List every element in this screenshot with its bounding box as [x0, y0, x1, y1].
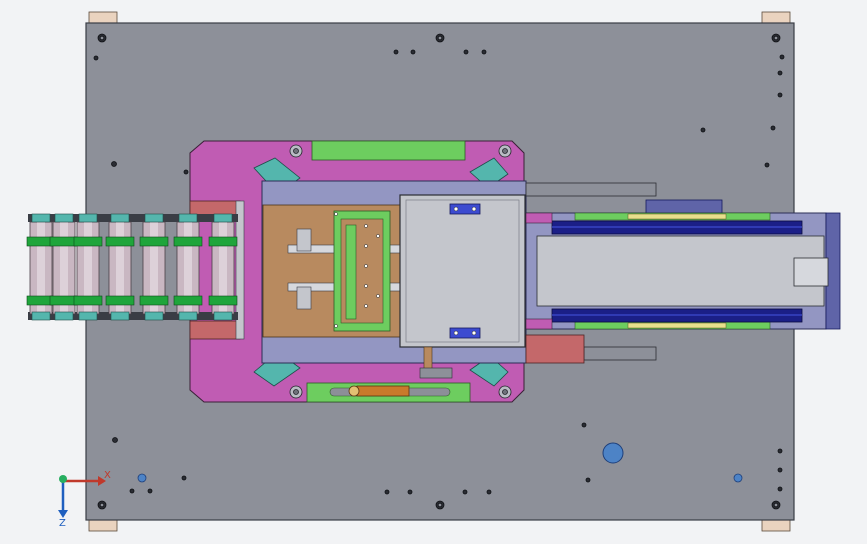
clamp-screw: [471, 206, 477, 212]
roller-sprocket-bottom: [54, 311, 74, 321]
roller-band-bottom: [208, 295, 238, 306]
clamp-screw: [471, 330, 477, 336]
guide-block-bottom: [296, 286, 312, 310]
corner-pad-top-right: [761, 11, 791, 25]
cover-post-cap: [419, 367, 453, 379]
guide-block-top: [296, 228, 312, 252]
roller-band-bottom: [73, 295, 103, 306]
right-guide-bar-bottom: [583, 346, 657, 361]
yellow-strip-top: [627, 213, 727, 220]
roller-band-top: [139, 236, 169, 247]
triad-x-label: X: [104, 470, 111, 481]
yellow-strip-bottom: [627, 322, 727, 329]
actuator-magenta-end-top: [525, 212, 553, 224]
cad-drawing: X Z: [26, 11, 841, 532]
roller-sprocket-top: [54, 213, 74, 223]
center-rail: [345, 224, 357, 320]
roller-sprocket-top: [31, 213, 51, 223]
triad-origin: [59, 475, 67, 483]
corner-pad-top-left: [88, 11, 118, 25]
locating-hole-left: [137, 473, 147, 483]
roller-band-top: [208, 236, 238, 247]
salmon-block-right: [525, 334, 585, 364]
roller-sprocket-top: [213, 213, 233, 223]
cylinder-end-fitting: [348, 385, 360, 397]
roller-sprocket-top: [110, 213, 130, 223]
actuator-magenta-end-bottom: [525, 318, 553, 330]
triad-z-label: Z: [59, 518, 66, 529]
locating-hole-right: [733, 473, 743, 483]
cad-viewport[interactable]: X Z: [0, 0, 867, 544]
clamp-screw: [453, 206, 459, 212]
locating-hole-large: [602, 442, 624, 464]
navy-motor-block: [645, 199, 723, 215]
orange-cylinder: [356, 385, 410, 397]
roller-band-top: [73, 236, 103, 247]
clamp-screw: [453, 330, 459, 336]
roller-band-bottom: [139, 295, 169, 306]
roller-sprocket-bottom: [110, 311, 130, 321]
right-guide-bar-top: [525, 182, 657, 197]
roller-sprocket-top: [178, 213, 198, 223]
roller-sprocket-top: [78, 213, 98, 223]
triad-z-arrowhead: [58, 510, 68, 518]
gray-cover-block: [399, 194, 526, 348]
corner-pad-bottom-right: [761, 518, 791, 532]
actuator-carriage: [536, 235, 825, 307]
roller-sprocket-bottom: [31, 311, 51, 321]
roller-band-bottom: [105, 295, 135, 306]
roller-sprocket-top: [144, 213, 164, 223]
actuator-connector: [793, 257, 829, 287]
corner-pad-bottom-left: [88, 518, 118, 532]
roller-sprocket-bottom: [78, 311, 98, 321]
top-green-bar: [311, 140, 466, 161]
roller-band-bottom: [173, 295, 203, 306]
roller-sprocket-bottom: [144, 311, 164, 321]
roller-sprocket-bottom: [178, 311, 198, 321]
roller-band-top: [105, 236, 135, 247]
roller-band-top: [173, 236, 203, 247]
roller-sprocket-bottom: [213, 311, 233, 321]
salmon-bracket-bottom: [189, 320, 241, 340]
